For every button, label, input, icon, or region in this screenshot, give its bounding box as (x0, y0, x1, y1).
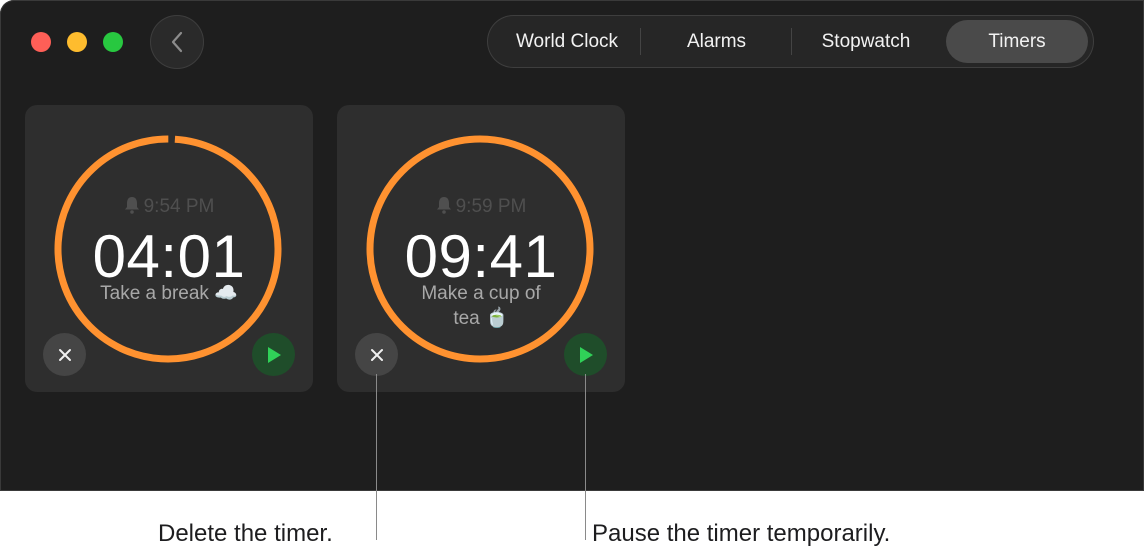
pause-callout-text: Pause the timer temporarily. (592, 520, 891, 547)
minimize-window-button[interactable] (67, 32, 87, 52)
alarm-time: 9:54 PM (25, 196, 313, 218)
tab-timers[interactable]: Timers (946, 20, 1088, 63)
view-switcher: World Clock Alarms Stopwatch Timers (487, 15, 1094, 68)
alarm-time-text: 9:54 PM (143, 196, 215, 217)
bell-icon (436, 197, 451, 214)
tab-separator (791, 28, 792, 55)
timer-card[interactable]: 9:54 PM 04:01 Take a break ☁️ (25, 105, 313, 392)
delete-callout-line (376, 374, 377, 540)
alarm-time-text: 9:59 PM (455, 196, 527, 217)
tab-alarms[interactable]: Alarms (644, 20, 789, 63)
tab-separator (640, 28, 641, 55)
play-pause-timer-button[interactable] (252, 333, 295, 376)
close-window-button[interactable] (31, 32, 51, 52)
timer-card[interactable]: 9:59 PM 09:41 Make a cup of tea 🍵 (337, 105, 625, 392)
play-pause-timer-button[interactable] (564, 333, 607, 376)
delete-timer-button[interactable] (43, 333, 86, 376)
play-icon (579, 346, 593, 363)
timer-label: Make a cup of tea 🍵 (421, 283, 541, 329)
close-icon (370, 348, 383, 361)
alarm-time: 9:59 PM (337, 196, 625, 218)
close-icon (58, 348, 71, 361)
bell-icon (124, 197, 139, 214)
chevron-left-icon (171, 31, 183, 53)
tab-stopwatch[interactable]: Stopwatch (793, 20, 939, 63)
delete-timer-button[interactable] (355, 333, 398, 376)
play-icon (267, 346, 281, 363)
timer-label: Take a break ☁️ (100, 283, 238, 304)
zoom-window-button[interactable] (103, 32, 123, 52)
delete-callout-text: Delete the timer. (158, 520, 333, 547)
tab-world-clock[interactable]: World Clock (495, 20, 639, 63)
pause-callout-line (585, 374, 586, 540)
back-button[interactable] (150, 15, 204, 69)
clock-window: World Clock Alarms Stopwatch Timers 9:54… (0, 0, 1144, 491)
